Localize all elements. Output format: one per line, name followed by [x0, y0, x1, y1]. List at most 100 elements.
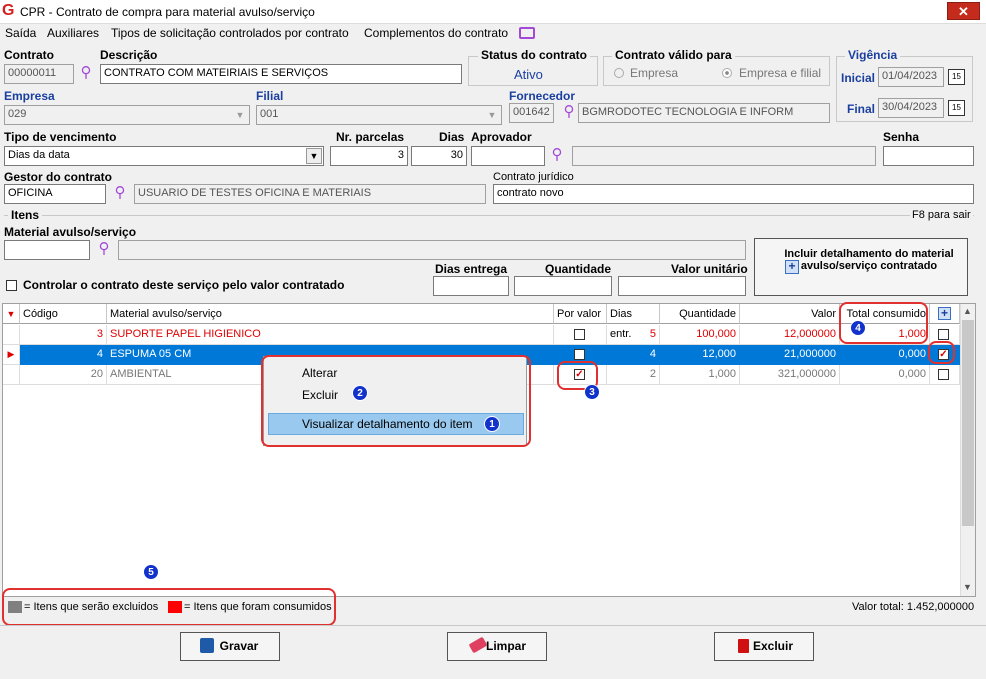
- gestor-field[interactable]: OFICINA: [4, 184, 106, 204]
- valor-unitario-field[interactable]: [618, 276, 746, 296]
- badge-3: 3: [584, 384, 600, 400]
- radio-empresa[interactable]: [614, 68, 624, 78]
- chevron-down-icon[interactable]: ▼: [232, 107, 248, 123]
- row-valor: 321,000000: [740, 365, 840, 385]
- gestor-name: USUARIO DE TESTES OFICINA E MATERIAIS: [134, 184, 486, 204]
- scroll-down-icon[interactable]: ▼: [961, 582, 974, 594]
- col-valor[interactable]: Valor: [740, 304, 840, 324]
- row-quantidade: 100,000: [660, 325, 740, 345]
- menu-complementos[interactable]: Complementos do contrato: [364, 26, 508, 40]
- add-row-icon[interactable]: +: [930, 304, 960, 324]
- chevron-down-icon[interactable]: ▼: [306, 148, 322, 164]
- controlar-checkbox[interactable]: [6, 280, 17, 291]
- col-quantidade[interactable]: Quantidade: [660, 304, 740, 324]
- material-name: [118, 240, 746, 260]
- select-checkbox[interactable]: [938, 369, 949, 380]
- controlar-label: Controlar o contrato deste serviço pelo …: [23, 278, 345, 292]
- search-icon[interactable]: ⚲: [561, 104, 577, 120]
- filial-label: Filial: [256, 89, 284, 103]
- tipo-vencimento-select[interactable]: Dias da data: [4, 146, 324, 166]
- status-value: Ativo: [514, 67, 543, 82]
- fornecedor-code[interactable]: 001642: [509, 103, 554, 123]
- row-valor: 12,000000: [740, 325, 840, 345]
- monitor-icon[interactable]: [519, 27, 535, 39]
- search-icon[interactable]: ⚲: [112, 185, 128, 201]
- quantidade-field[interactable]: [514, 276, 612, 296]
- legend-consumed: = Itens que foram consumidos: [184, 601, 332, 613]
- filial-select[interactable]: 001: [256, 105, 502, 125]
- badge-1: 1: [484, 416, 500, 432]
- calendar-icon[interactable]: 15: [948, 100, 965, 116]
- parcelas-field[interactable]: 3: [330, 146, 408, 166]
- search-icon[interactable]: ⚲: [78, 65, 94, 81]
- row-total: 0,000: [840, 365, 930, 385]
- descricao-field[interactable]: CONTRATO COM MATEIRIAIS E SERVIÇOS: [100, 64, 462, 84]
- row-codigo: 4: [20, 345, 107, 365]
- sort-icon[interactable]: ▼: [3, 304, 20, 324]
- row-total: 0,000: [840, 345, 930, 365]
- col-codigo[interactable]: Código: [20, 304, 107, 324]
- empresa-label: Empresa: [4, 89, 55, 103]
- tipo-vencimento-label: Tipo de vencimento: [4, 130, 117, 144]
- chevron-down-icon[interactable]: ▼: [484, 107, 500, 123]
- material-code-field[interactable]: [4, 240, 90, 260]
- search-icon[interactable]: ⚲: [96, 241, 112, 257]
- empresa-select[interactable]: 029: [4, 105, 250, 125]
- close-button[interactable]: ✕: [947, 2, 980, 20]
- calendar-icon[interactable]: 15: [948, 69, 965, 85]
- inicial-label: Inicial: [841, 71, 876, 85]
- select-checkbox[interactable]: [938, 329, 949, 340]
- senha-field[interactable]: [883, 146, 974, 166]
- row-valor: 21,000000: [740, 345, 840, 365]
- dias-field[interactable]: 30: [411, 146, 467, 166]
- radio-empresa-label: Empresa: [630, 66, 679, 80]
- col-dias-entr[interactable]: Dias entr.: [607, 304, 660, 340]
- final-label: Final: [847, 102, 876, 116]
- menu-saida[interactable]: Saída: [5, 26, 36, 40]
- aprovador-field[interactable]: [471, 146, 545, 166]
- por-valor-checkbox[interactable]: [574, 329, 585, 340]
- itens-divider: [4, 215, 974, 216]
- dias-entrega-field[interactable]: [433, 276, 509, 296]
- row-codigo: 3: [20, 325, 107, 345]
- app-logo-icon: G: [2, 2, 15, 19]
- descricao-label: Descrição: [100, 48, 158, 62]
- search-icon[interactable]: ⚲: [549, 147, 565, 163]
- footer-divider: [0, 625, 986, 626]
- scroll-up-icon[interactable]: ▲: [961, 306, 974, 318]
- items-grid[interactable]: ▼ Código Material avulso/serviço Por val…: [2, 303, 976, 597]
- dias-entrega-label: Dias entrega: [435, 262, 508, 276]
- contrato-field[interactable]: 00000011: [4, 64, 74, 84]
- col-material[interactable]: Material avulso/serviço: [107, 304, 554, 324]
- final-date-field[interactable]: 30/04/2023: [878, 98, 944, 118]
- save-icon: [200, 638, 214, 653]
- callout-select: [928, 341, 955, 364]
- status-label: Status do contrato: [478, 48, 591, 62]
- parcelas-label: Nr. parcelas: [336, 130, 405, 144]
- table-row[interactable]: 3 SUPORTE PAPEL HIGIENICO 5 100,000 12,0…: [3, 325, 960, 345]
- fornecedor-name: BGMRODOTEC TECNOLOGIA E INFORM: [578, 103, 830, 123]
- col-por-valor[interactable]: Por valor: [554, 304, 607, 324]
- excluir-button[interactable]: Excluir: [714, 632, 814, 661]
- contrato-label: Contrato: [4, 48, 54, 62]
- radio-empresa-filial[interactable]: [722, 68, 732, 78]
- quantidade-label: Quantidade: [545, 262, 612, 276]
- badge-2: 2: [352, 385, 368, 401]
- f8-hint: F8 para sair: [910, 209, 973, 221]
- scroll-thumb[interactable]: [962, 320, 974, 526]
- row-dias: 2: [607, 365, 660, 385]
- valido-label: Contrato válido para: [612, 48, 735, 62]
- menu-tipos-solicitacao[interactable]: Tipos de solicitação controlados por con…: [111, 26, 349, 40]
- dias-label: Dias: [439, 130, 465, 144]
- gestor-label: Gestor do contrato: [4, 170, 113, 184]
- por-valor-checkbox[interactable]: [574, 349, 585, 360]
- inicial-date-field[interactable]: 01/04/2023: [878, 67, 944, 87]
- badge-5: 5: [143, 564, 159, 580]
- juridico-field[interactable]: contrato novo: [493, 184, 974, 204]
- row-dias: 4: [607, 345, 660, 365]
- gravar-button[interactable]: Gravar: [180, 632, 280, 661]
- callout-context-menu: [261, 355, 531, 447]
- badge-4: 4: [850, 320, 866, 336]
- menu-auxiliares[interactable]: Auxiliares: [47, 26, 99, 40]
- limpar-button[interactable]: Limpar: [447, 632, 547, 661]
